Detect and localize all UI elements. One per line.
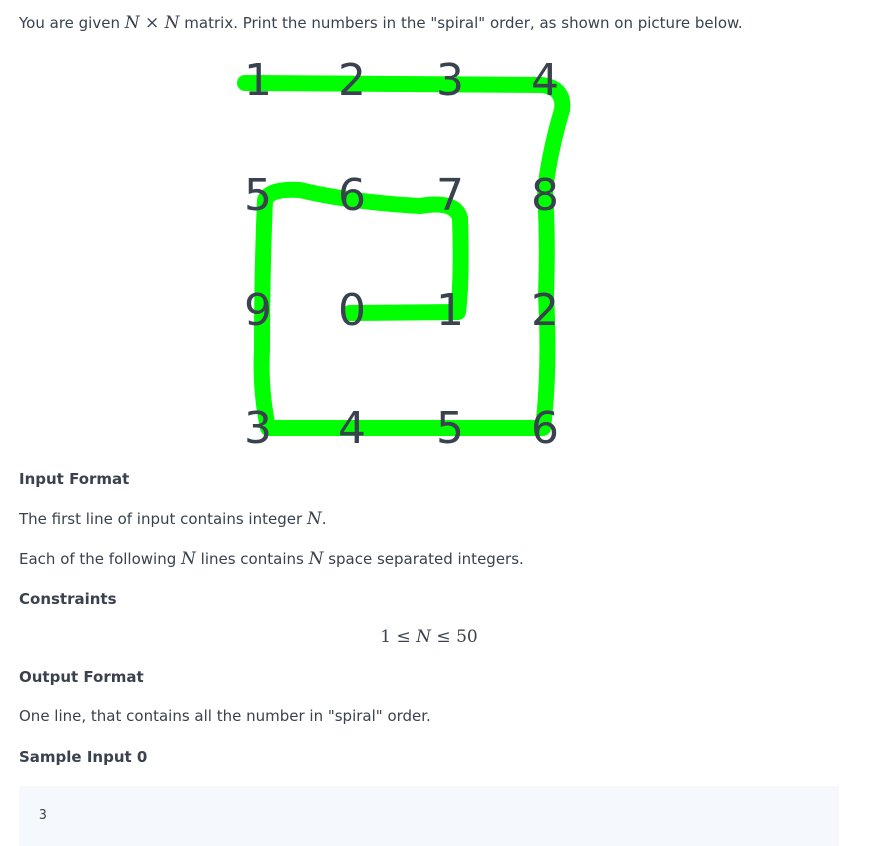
input-format-heading: Input Format	[19, 470, 130, 488]
constraint-le: ≤	[391, 627, 417, 647]
matrix-digit: 5	[436, 403, 464, 454]
input-format-line1: The first line of input contains integer…	[19, 509, 327, 529]
input-line2-after: space separated integers.	[323, 550, 524, 568]
spiral-figure-svg: 1 2 3 4 5 6 7 8 9 0 1 2 3 4 5 6	[237, 55, 571, 454]
math-n: N	[306, 509, 322, 529]
matrix-digit: 1	[244, 55, 272, 106]
intro-text-before: You are given	[19, 14, 125, 32]
math-n: N	[308, 549, 324, 569]
input-line1-after: .	[321, 510, 327, 528]
input-line2-middle: lines contains	[195, 550, 309, 568]
matrix-digit: 5	[244, 170, 272, 221]
input-line1-before: The first line of input contains integer	[19, 510, 307, 528]
spiral-figure: 1 2 3 4 5 6 7 8 9 0 1 2 3 4 5 6	[220, 50, 590, 460]
input-line2-before: Each of the following	[19, 550, 182, 568]
intro-text-after: matrix. Print the numbers in the "spiral…	[179, 14, 743, 32]
constraint-var: N	[416, 627, 432, 647]
matrix-digit: 6	[531, 403, 559, 454]
matrix-digit: 7	[436, 170, 464, 221]
math-n: N	[124, 13, 140, 33]
matrix-digit: 8	[531, 170, 559, 221]
output-format-heading: Output Format	[19, 668, 144, 686]
output-format-text: One line, that contains all the number i…	[19, 707, 431, 725]
matrix-digit: 6	[338, 170, 366, 221]
sample-input-heading: Sample Input 0	[19, 748, 148, 766]
input-format-line2: Each of the following N lines contains N…	[19, 549, 524, 569]
constraints-heading: Constraints	[19, 590, 117, 608]
sample-input-code-block[interactable]: 3	[19, 786, 839, 846]
constraint-lower: 1	[380, 627, 392, 647]
matrix-digit: 3	[436, 55, 464, 106]
code-line: 3	[39, 808, 47, 823]
matrix-digit: 9	[244, 285, 272, 336]
problem-intro: You are given N × N matrix. Print the nu…	[19, 12, 743, 34]
math-n: N	[164, 13, 180, 33]
matrix-digit: 2	[338, 55, 366, 106]
times-sign: ×	[139, 13, 165, 33]
matrix-digit: 1	[436, 285, 464, 336]
matrix-digit: 4	[338, 403, 366, 454]
matrix-digit: 4	[531, 55, 559, 106]
constraint-le: ≤	[431, 627, 457, 647]
matrix-digit: 3	[244, 403, 272, 454]
matrix-digit: 0	[338, 285, 366, 336]
math-n: N	[181, 549, 196, 569]
matrix-digit: 2	[531, 285, 559, 336]
constraint-upper: 50	[456, 627, 478, 647]
constraint-formula: 1 ≤ N ≤ 50	[0, 627, 858, 647]
spiral-path	[237, 75, 571, 436]
